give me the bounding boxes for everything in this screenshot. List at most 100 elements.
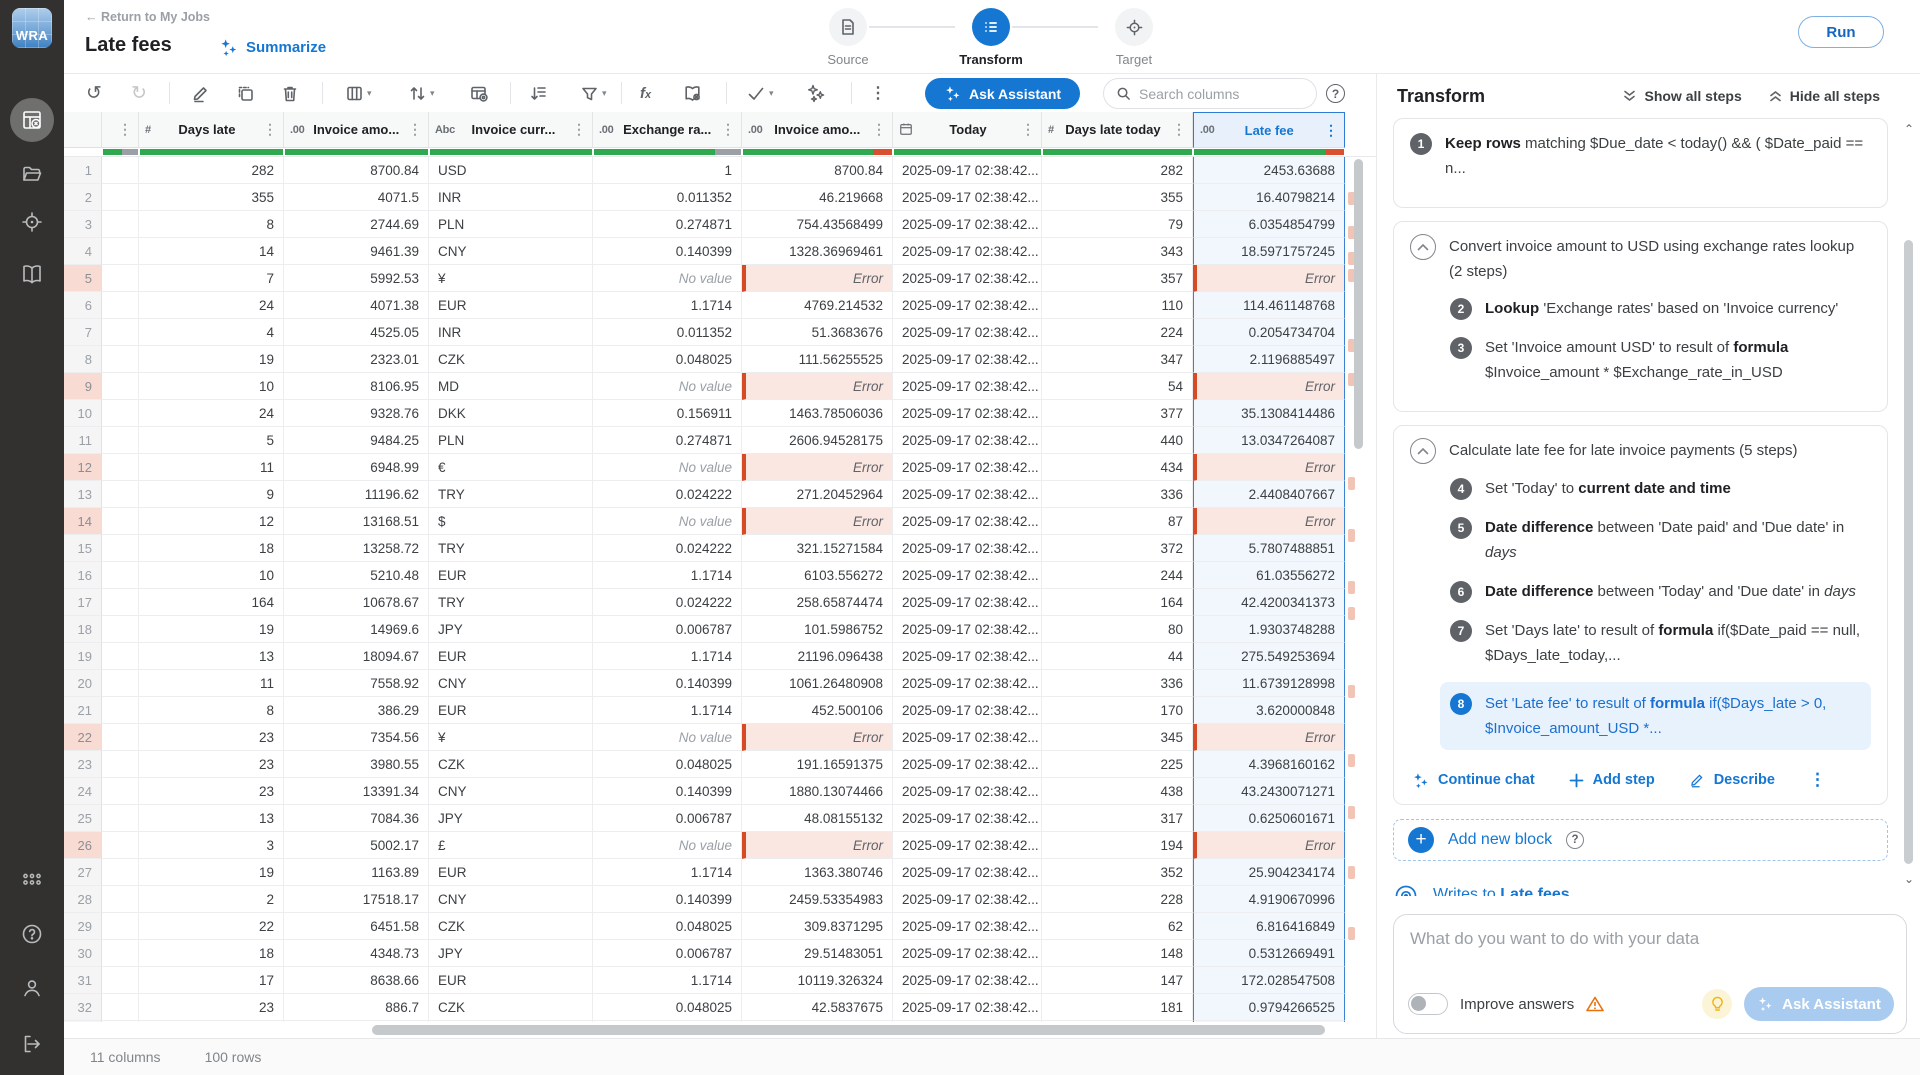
cell-days-late[interactable]: 22 <box>139 913 284 940</box>
cell-today[interactable]: 2025-09-17 02:38:42... <box>893 427 1042 454</box>
lookup-preview-button[interactable] <box>469 74 489 112</box>
row-number[interactable]: 6 <box>64 292 102 319</box>
cell-unnamed[interactable] <box>102 184 139 211</box>
row-number[interactable]: 21 <box>64 697 102 724</box>
column-header-exchange-rate[interactable]: .00Exchange ra...⋮ <box>593 112 742 148</box>
horizontal-scrollbar-thumb[interactable] <box>372 1025 1325 1035</box>
cell-late-fee[interactable]: Error <box>1193 724 1345 751</box>
cell-today[interactable]: 2025-09-17 02:38:42... <box>893 670 1042 697</box>
cell-late-fee[interactable]: 6.0354854799 <box>1193 211 1345 238</box>
cell-days-late[interactable]: 282 <box>139 157 284 184</box>
cell-invoice-amount-usd[interactable]: 42.5837675 <box>742 994 893 1021</box>
app-logo[interactable]: WRA <box>12 8 52 48</box>
cell-invoice-amount[interactable]: 7354.56 <box>284 724 429 751</box>
cell-invoice-amount-usd[interactable]: 2459.53354983 <box>742 886 893 913</box>
row-number[interactable]: 25 <box>64 805 102 832</box>
cell-unnamed[interactable] <box>102 427 139 454</box>
cell-invoice-amount-usd[interactable]: 1363.380746 <box>742 859 893 886</box>
cell-late-fee[interactable]: 16.40798214 <box>1193 184 1345 211</box>
row-number[interactable]: 13 <box>64 481 102 508</box>
cell-exchange-rate[interactable]: 0.156911 <box>593 400 742 427</box>
cell-days-late-today[interactable]: 44 <box>1042 643 1193 670</box>
cell-unnamed[interactable] <box>102 454 139 481</box>
row-number[interactable]: 8 <box>64 346 102 373</box>
cell-unnamed[interactable] <box>102 940 139 967</box>
cell-invoice-currency[interactable]: € <box>429 454 593 481</box>
cell-late-fee[interactable]: 4.3968160162 <box>1193 751 1345 778</box>
cell-exchange-rate[interactable]: 1.1714 <box>593 859 742 886</box>
cell-today[interactable]: 2025-09-17 02:38:42... <box>893 859 1042 886</box>
cell-late-fee[interactable]: 42.4200341373 <box>1193 589 1345 616</box>
row-number[interactable]: 5 <box>64 265 102 292</box>
cell-late-fee[interactable]: 6.816416849 <box>1193 913 1345 940</box>
row-number[interactable]: 16 <box>64 562 102 589</box>
cell-invoice-amount-usd[interactable]: 101.5986752 <box>742 616 893 643</box>
cell-days-late[interactable]: 19 <box>139 859 284 886</box>
add-block-help-icon[interactable]: ? <box>1566 831 1584 849</box>
cell-invoice-currency[interactable]: CNY <box>429 886 593 913</box>
cell-today[interactable]: 2025-09-17 02:38:42... <box>893 832 1042 859</box>
row-number[interactable]: 7 <box>64 319 102 346</box>
cell-invoice-currency[interactable]: MD <box>429 373 593 400</box>
horizontal-scrollbar[interactable] <box>64 1022 1345 1038</box>
row-number[interactable]: 11 <box>64 427 102 454</box>
row-number[interactable]: 3 <box>64 211 102 238</box>
cell-invoice-amount[interactable]: 8700.84 <box>284 157 429 184</box>
cell-today[interactable]: 2025-09-17 02:38:42... <box>893 940 1042 967</box>
cell-invoice-currency[interactable]: $ <box>429 508 593 535</box>
cell-late-fee[interactable]: 18.5971757245 <box>1193 238 1345 265</box>
ask-assistant-send-button[interactable]: Ask Assistant <box>1744 987 1894 1021</box>
cell-invoice-amount-usd[interactable]: 6103.556272 <box>742 562 893 589</box>
cell-invoice-amount-usd[interactable]: 258.65874474 <box>742 589 893 616</box>
cell-exchange-rate[interactable]: No value <box>593 832 742 859</box>
cell-days-late-today[interactable]: 181 <box>1042 994 1193 1021</box>
cell-invoice-amount-usd[interactable]: 1463.78506036 <box>742 400 893 427</box>
cell-unnamed[interactable] <box>102 373 139 400</box>
cell-days-late-today[interactable]: 438 <box>1042 778 1193 805</box>
cell-days-late-today[interactable]: 194 <box>1042 832 1193 859</box>
cell-exchange-rate[interactable]: 0.011352 <box>593 319 742 346</box>
row-number[interactable]: 30 <box>64 940 102 967</box>
cell-today[interactable]: 2025-09-17 02:38:42... <box>893 616 1042 643</box>
cell-invoice-currency[interactable]: TRY <box>429 589 593 616</box>
cell-exchange-rate[interactable]: 0.048025 <box>593 751 742 778</box>
cell-days-late[interactable]: 14 <box>139 238 284 265</box>
cell-exchange-rate[interactable]: 1.1714 <box>593 292 742 319</box>
cell-exchange-rate[interactable]: No value <box>593 724 742 751</box>
row-number[interactable]: 32 <box>64 994 102 1021</box>
add-step-button[interactable]: Add step <box>1569 772 1655 788</box>
cell-today[interactable]: 2025-09-17 02:38:42... <box>893 589 1042 616</box>
cell-late-fee[interactable]: 35.1308414486 <box>1193 400 1345 427</box>
cell-invoice-amount-usd[interactable]: 1880.13074466 <box>742 778 893 805</box>
cell-days-late-today[interactable]: 282 <box>1042 157 1193 184</box>
column-menu-icon[interactable]: ⋮ <box>116 121 132 138</box>
cell-days-late-today[interactable]: 336 <box>1042 670 1193 697</box>
cell-days-late[interactable]: 17 <box>139 967 284 994</box>
cell-today[interactable]: 2025-09-17 02:38:42... <box>893 400 1042 427</box>
cell-today[interactable]: 2025-09-17 02:38:42... <box>893 211 1042 238</box>
more-menu-button[interactable]: ⋮ <box>870 74 886 112</box>
cell-days-late[interactable]: 355 <box>139 184 284 211</box>
cell-invoice-currency[interactable]: EUR <box>429 643 593 670</box>
hide-all-steps-button[interactable]: Hide all steps <box>1768 88 1880 104</box>
cell-unnamed[interactable] <box>102 886 139 913</box>
cell-invoice-amount-usd[interactable]: 1061.26480908 <box>742 670 893 697</box>
undo-button[interactable]: ↺ <box>86 74 102 112</box>
sidebar-item-help[interactable] <box>0 912 64 956</box>
cell-invoice-amount[interactable]: 386.29 <box>284 697 429 724</box>
panel-scrollbar[interactable]: ⌃ ⌄ <box>1900 122 1914 888</box>
cell-today[interactable]: 2025-09-17 02:38:42... <box>893 724 1042 751</box>
column-menu-icon[interactable]: ⋮ <box>870 121 886 138</box>
sidebar-item-account[interactable] <box>0 966 64 1010</box>
cell-late-fee[interactable]: Error <box>1193 832 1345 859</box>
cell-late-fee[interactable]: 172.028547508 <box>1193 967 1345 994</box>
cell-days-late-today[interactable]: 372 <box>1042 535 1193 562</box>
step-4[interactable]: 4Set 'Today' to current date and time <box>1450 476 1871 501</box>
cell-invoice-amount-usd[interactable]: 754.43568499 <box>742 211 893 238</box>
cell-unnamed[interactable] <box>102 211 139 238</box>
cell-invoice-amount[interactable]: 886.7 <box>284 994 429 1021</box>
cell-days-late[interactable]: 2 <box>139 886 284 913</box>
delete-button[interactable] <box>281 74 299 112</box>
cell-exchange-rate[interactable]: 0.024222 <box>593 535 742 562</box>
cell-unnamed[interactable] <box>102 589 139 616</box>
